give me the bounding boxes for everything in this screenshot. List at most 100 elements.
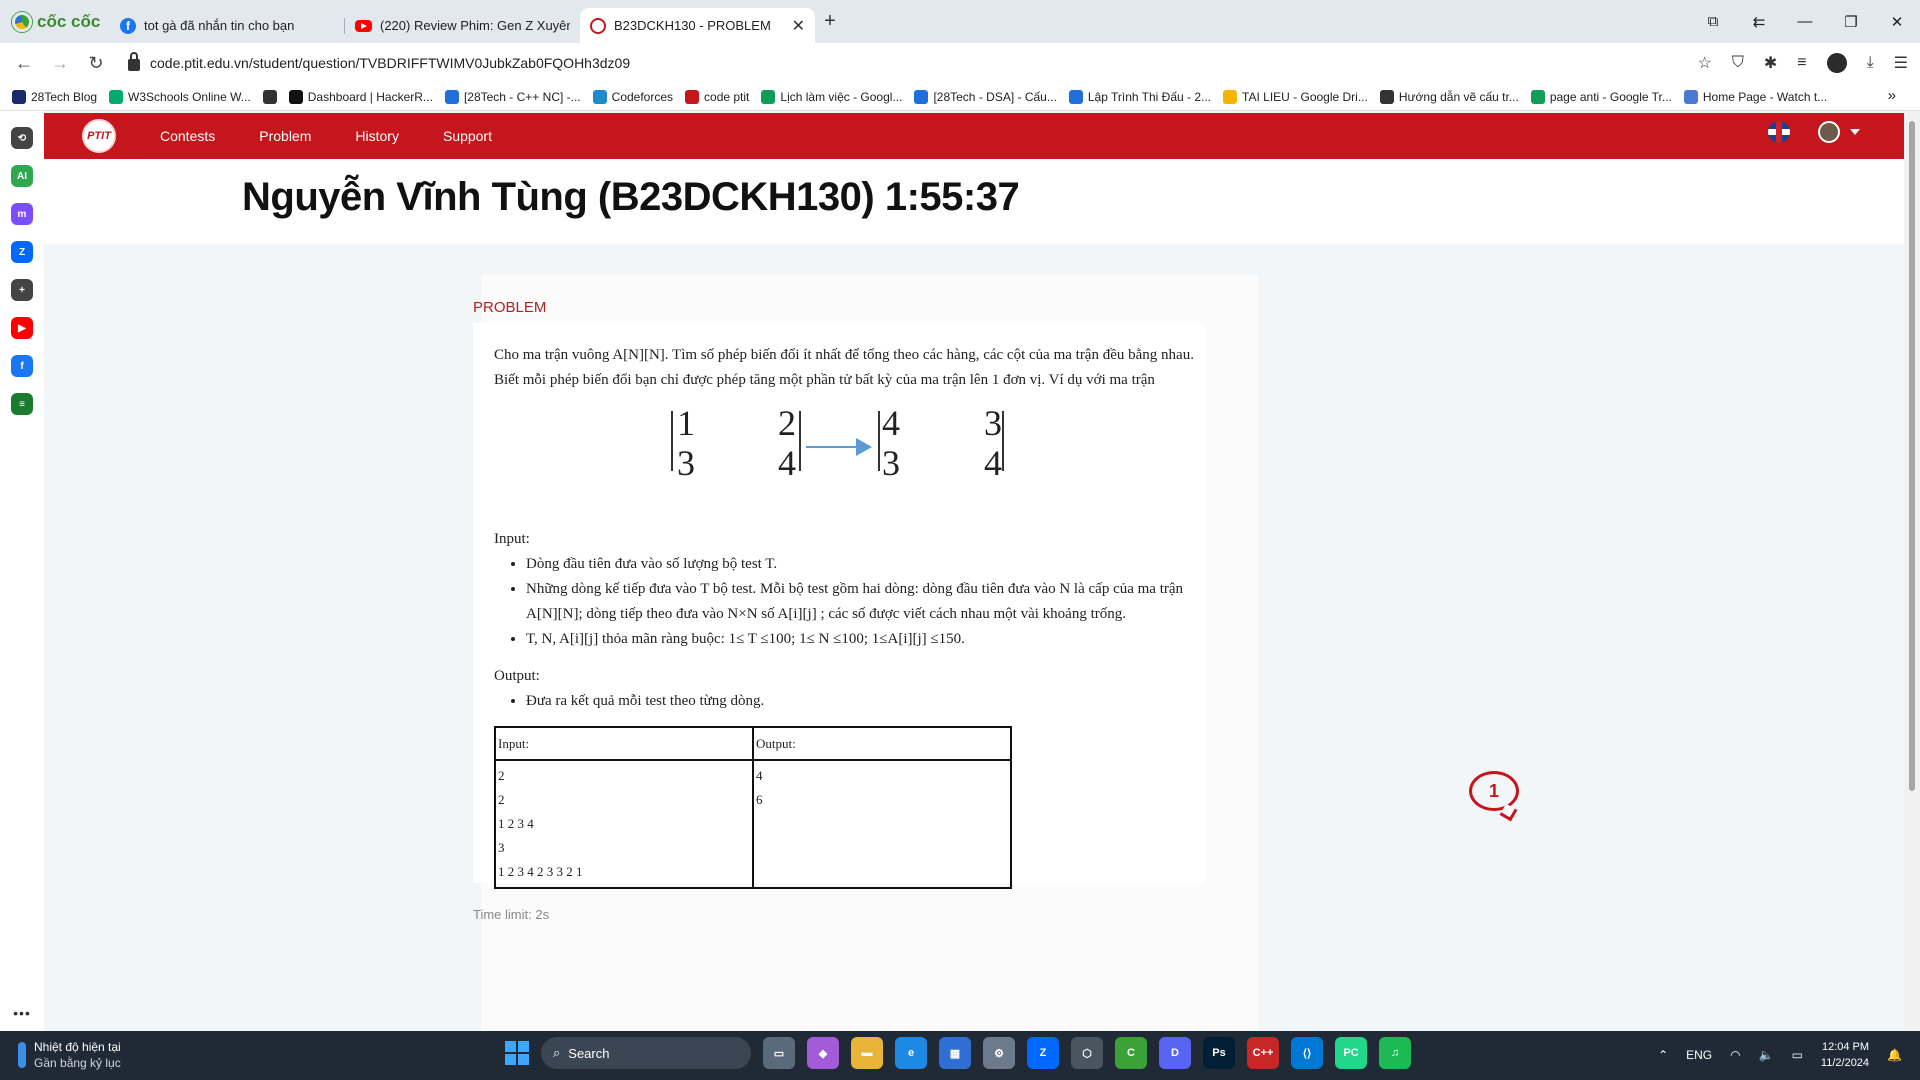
- battery-icon[interactable]: ▭: [1792, 1048, 1803, 1062]
- more-icon[interactable]: •••: [13, 1005, 31, 1021]
- bookmark-label: [28Tech - C++ NC] -...: [463, 89, 581, 104]
- pycharm-icon[interactable]: PC: [1335, 1037, 1367, 1069]
- discord-icon[interactable]: D: [1159, 1037, 1191, 1069]
- tab-youtube[interactable]: (220) Review Phim: Gen Z Xuyên K: [345, 8, 580, 43]
- facebook-icon[interactable]: f: [11, 355, 33, 377]
- clock[interactable]: 12:04 PM 11/2/2024: [1821, 1039, 1869, 1071]
- bookmark-item[interactable]: Hướng dẫn vẽ cấu tr...: [1379, 89, 1519, 104]
- minimize-button[interactable]: —: [1782, 13, 1828, 30]
- close-tab-icon[interactable]: ✕: [792, 16, 805, 36]
- table-row: 2 2 1 2 3 4 3 1 2 3 4 2 3 3 2 1 4 6: [494, 759, 1012, 889]
- task-view-icon[interactable]: ▭: [763, 1037, 795, 1069]
- matrix-before-cell: 2: [778, 403, 796, 443]
- chat-bubble-icon[interactable]: 1: [1469, 771, 1519, 811]
- media-icon[interactable]: ≡: [1797, 54, 1806, 72]
- settings-gear-icon[interactable]: ⚙: [983, 1037, 1015, 1069]
- download-icon[interactable]: ⤓: [1867, 54, 1874, 72]
- matrix-before-cell: 1: [677, 403, 695, 443]
- menu-icon[interactable]: ☰: [1894, 53, 1908, 73]
- scrollbar[interactable]: [1904, 111, 1920, 1031]
- bookmark-item[interactable]: Dashboard | HackerR...: [288, 89, 433, 104]
- list-item: Những dòng kế tiếp đưa vào T bộ test. Mỗ…: [526, 577, 1194, 627]
- reload-icon[interactable]: ↻: [78, 53, 114, 74]
- browser-sidebar: ⟲ AI m Z + ▶ f ≡ •••: [0, 111, 44, 1031]
- profile-avatar[interactable]: [1826, 53, 1847, 73]
- extensions-icon[interactable]: ✱: [1764, 53, 1777, 73]
- bookmark-label: Codeforces: [611, 89, 674, 104]
- example-output-cell: 4 6: [752, 759, 1012, 889]
- bookmark-favicon-icon: [12, 89, 26, 104]
- language-flag-icon[interactable]: [1768, 121, 1790, 143]
- youtube-icon[interactable]: ▶: [11, 317, 33, 339]
- back-tab-icon[interactable]: ⇇: [1736, 13, 1782, 31]
- bookmark-item[interactable]: Lịch làm việc - Googl...: [761, 89, 903, 104]
- bookmark-item[interactable]: page anti - Google Tr...: [1530, 89, 1672, 104]
- photoshop-icon[interactable]: Ps: [1203, 1037, 1235, 1069]
- unity-icon[interactable]: ⬡: [1071, 1037, 1103, 1069]
- bookmark-item[interactable]: [262, 89, 277, 104]
- table-row: Input: Output:: [494, 726, 1012, 761]
- nav-problem[interactable]: Problem: [237, 128, 333, 144]
- volume-icon[interactable]: 🔈: [1759, 1048, 1774, 1062]
- coccoc-icon[interactable]: C: [1115, 1037, 1147, 1069]
- ai-icon[interactable]: AI: [11, 165, 33, 187]
- spotify-icon[interactable]: ♫: [1379, 1037, 1411, 1069]
- back-icon[interactable]: ←: [6, 53, 42, 74]
- bookmark-item[interactable]: W3Schools Online W...: [109, 89, 251, 104]
- restore-button[interactable]: ❐: [1828, 13, 1874, 31]
- browser-brand[interactable]: cốc cốc: [0, 0, 110, 43]
- notification-bell-icon[interactable]: 🔔: [1887, 1048, 1902, 1062]
- bookmark-item[interactable]: [28Tech - DSA] - Cấu...: [914, 89, 1057, 104]
- screen-capture-icon[interactable]: ⧉: [1690, 13, 1736, 30]
- spotify-like-icon[interactable]: ≡: [11, 393, 33, 415]
- wifi-icon[interactable]: ◠: [1730, 1048, 1740, 1062]
- toolbar-icons: ☆ ⛉ ✱ ≡ ⤓ ☰: [1697, 43, 1908, 83]
- devcpp-icon[interactable]: C++: [1247, 1037, 1279, 1069]
- bookmark-item[interactable]: Codeforces: [592, 89, 674, 104]
- close-window-button[interactable]: ✕: [1874, 13, 1920, 31]
- bookmark-item[interactable]: Lập Trình Thi Đấu - 2...: [1068, 89, 1211, 104]
- bookmark-item[interactable]: code ptit: [685, 89, 749, 104]
- shield-icon[interactable]: ⛉: [1732, 54, 1744, 72]
- url-text[interactable]: code.ptit.edu.vn/student/question/TVBDRI…: [150, 55, 630, 71]
- user-avatar[interactable]: [1818, 121, 1840, 143]
- bookmark-label: Lịch làm việc - Googl...: [780, 89, 903, 104]
- scrollbar-thumb[interactable]: [1909, 121, 1915, 791]
- url-bar[interactable]: code.ptit.edu.vn/student/question/TVBDRI…: [122, 47, 1692, 79]
- bookmarks-bar: 28Tech Blog W3Schools Online W... Dashboar…: [0, 83, 1920, 111]
- bookmark-star-icon[interactable]: ☆: [1697, 53, 1711, 73]
- edge-icon[interactable]: e: [895, 1037, 927, 1069]
- address-bar-row: ← → ↻ code.ptit.edu.vn/student/question/…: [0, 43, 1920, 83]
- site-logo[interactable]: PTIT: [82, 119, 116, 153]
- bookmark-item[interactable]: [28Tech - C++ NC] -...: [444, 89, 581, 104]
- tab-problem[interactable]: B23DCKH130 - PROBLEM ✕: [580, 8, 815, 43]
- nav-support[interactable]: Support: [421, 128, 514, 144]
- copilot-icon[interactable]: ◆: [807, 1037, 839, 1069]
- taskbar-search[interactable]: ⌕ Search: [541, 1037, 751, 1069]
- bookmark-item[interactable]: Home Page - Watch t...: [1683, 89, 1827, 104]
- new-tab-button[interactable]: +: [815, 10, 845, 33]
- weather-widget[interactable]: Nhiệt độ hiện tại Gần bằng kỷ lục: [18, 1039, 121, 1071]
- zalo-icon[interactable]: Z: [11, 241, 33, 263]
- add-icon[interactable]: +: [11, 279, 33, 301]
- chevron-up-icon[interactable]: ⌃: [1658, 1048, 1668, 1062]
- matrix-after-cell: 4: [882, 403, 900, 443]
- tab-label: B23DCKH130 - PROBLEM: [614, 18, 771, 33]
- chevron-down-icon[interactable]: [1850, 129, 1860, 135]
- history-icon[interactable]: ⟲: [11, 127, 33, 149]
- messenger-icon[interactable]: m: [11, 203, 33, 225]
- nav-contests[interactable]: Contests: [138, 128, 237, 144]
- bookmarks-more-icon[interactable]: »: [1888, 87, 1896, 104]
- zalo-icon[interactable]: Z: [1027, 1037, 1059, 1069]
- file-explorer-icon[interactable]: ▬: [851, 1037, 883, 1069]
- forward-icon[interactable]: →: [42, 53, 78, 74]
- language-indicator[interactable]: ENG: [1686, 1048, 1712, 1062]
- bookmark-item[interactable]: 28Tech Blog: [12, 89, 97, 104]
- store-icon[interactable]: ▦: [939, 1037, 971, 1069]
- tab-facebook[interactable]: f tot gà đã nhắn tin cho bạn: [110, 8, 345, 43]
- list-item: T, N, A[i][j] thỏa mãn ràng buộc: 1≤ T ≤…: [526, 627, 1194, 652]
- nav-history[interactable]: History: [333, 128, 421, 144]
- windows-start-icon[interactable]: [505, 1041, 529, 1065]
- vscode-icon[interactable]: ⟨⟩: [1291, 1037, 1323, 1069]
- bookmark-item[interactable]: TAI LIEU - Google Dri...: [1223, 89, 1368, 104]
